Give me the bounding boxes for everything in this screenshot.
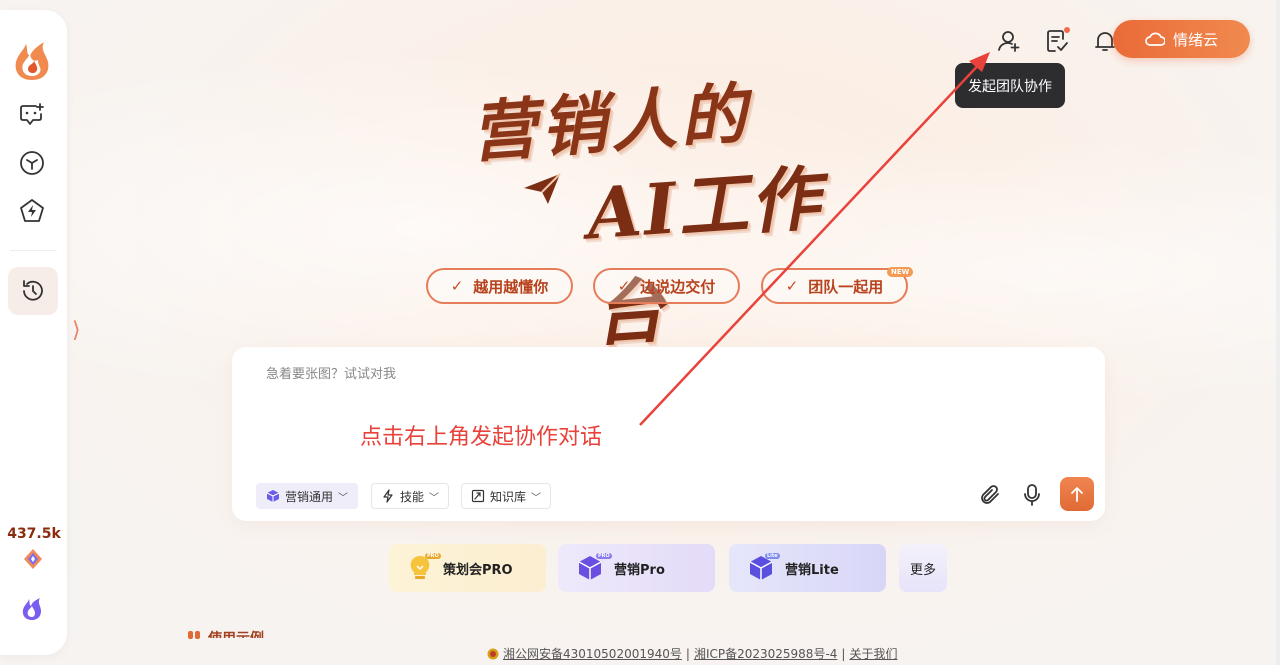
team-collab-button[interactable] — [994, 26, 1024, 56]
cube-icon — [20, 151, 44, 175]
lightning-pentagon-icon — [20, 199, 44, 222]
check-icon: ✓ — [450, 277, 464, 295]
icp-record-link[interactable]: 湘ICP备2023025988号-4 — [694, 645, 837, 662]
pro-badge: PRO — [425, 553, 441, 559]
chat-add-icon — [20, 103, 44, 125]
history-button[interactable] — [8, 267, 58, 315]
more-agents-button[interactable]: 更多 — [899, 544, 947, 592]
police-record-link[interactable]: 湘公网安备43010502001940号 — [503, 645, 682, 662]
cloud-button-label: 情绪云 — [1172, 30, 1218, 49]
agent-card-planning-pro[interactable]: PRO 策划会PRO — [389, 544, 546, 592]
lite-badge: Lite — [765, 553, 780, 559]
microphone-icon — [1024, 484, 1040, 506]
user-add-icon — [998, 31, 1020, 52]
page-scrollbar[interactable] — [1276, 0, 1280, 665]
tag-deliver-while-talking: ✓ 边说边交付 — [593, 268, 740, 304]
chip-label: 营销通用 — [285, 489, 334, 504]
history-icon — [23, 280, 43, 301]
section-icon — [188, 631, 200, 639]
chevron-down-icon: ﹀ — [338, 492, 349, 504]
paper-plane-icon — [524, 173, 561, 204]
sidebar-divider — [10, 250, 57, 251]
voice-button[interactable] — [1015, 478, 1049, 512]
section-title: 使用示例 — [208, 628, 264, 638]
purple-flame-icon[interactable] — [20, 597, 44, 625]
tag-label: 团队一起用 — [808, 277, 884, 296]
points-count: 437.5k — [7, 526, 61, 542]
sidebar: 437.5k — [0, 10, 67, 655]
agent-label: 营销Pro — [614, 562, 665, 578]
tag-learns-you: ✓ 越用越懂你 — [426, 268, 573, 304]
check-icon: ✓ — [785, 277, 799, 295]
agent-card-marketing-lite[interactable]: Lite 营销Lite — [729, 544, 886, 592]
flame-logo-icon[interactable] — [12, 40, 52, 82]
tag-label: 边说边交付 — [640, 277, 716, 296]
footer-separator: | — [685, 646, 690, 661]
new-chat-button[interactable] — [14, 97, 50, 133]
skills-nav-button[interactable] — [14, 193, 50, 229]
chevron-down-icon: ﹀ — [531, 492, 542, 504]
book-icon — [471, 489, 485, 503]
new-badge: NEW — [887, 267, 914, 277]
gem-icon[interactable] — [22, 548, 44, 574]
agents-nav-button[interactable] — [14, 145, 50, 181]
pro-badge: PRO — [596, 553, 612, 559]
send-button[interactable] — [1060, 477, 1094, 511]
notification-dot — [1064, 27, 1070, 33]
footer: 湘公网安备43010502001940号 | 湘ICP备2023025988号-… — [487, 645, 897, 662]
about-us-link[interactable]: 关于我们 — [849, 645, 897, 662]
model-select-chip[interactable]: 营销通用 ﹀ — [256, 483, 359, 509]
tag-team-use: ✓ 团队一起用 — [761, 268, 908, 304]
arrow-up-icon — [1071, 487, 1083, 502]
agent-label: 营销Lite — [785, 562, 839, 578]
tag-label: 越用越懂你 — [473, 277, 549, 296]
chip-label: 技能 — [400, 489, 425, 504]
chat-input-card: 急着要张图？试试对我 点击右上角发起协作对话 营销通用 ﹀ 技能 ﹀ 知识库 ﹀ — [232, 347, 1105, 521]
skills-select-chip[interactable]: 技能 ﹀ — [371, 483, 450, 509]
cube-purple-icon — [266, 490, 280, 502]
cloud-icon — [1145, 32, 1165, 46]
emotion-cloud-button[interactable]: 情绪云 — [1113, 20, 1250, 58]
expand-sidebar-chevron-icon[interactable]: ⟩ — [72, 318, 81, 343]
chevron-down-icon: ﹀ — [429, 492, 440, 504]
team-collab-tooltip: 发起团队协作 — [955, 63, 1065, 108]
agent-label: 策划会PRO — [443, 562, 513, 578]
police-badge-icon — [487, 648, 499, 659]
knowledge-select-chip[interactable]: 知识库 ﹀ — [461, 483, 552, 509]
hero-line-2: AI工作台 — [584, 156, 825, 357]
hero-title: 营销人的 AI工作台 — [460, 60, 890, 356]
annotation-text: 点击右上角发起协作对话 — [360, 425, 603, 450]
lightning-icon — [383, 489, 393, 503]
check-icon: ✓ — [617, 277, 631, 295]
footer-separator: | — [841, 646, 846, 661]
paperclip-icon — [981, 485, 999, 504]
chat-input[interactable]: 急着要张图？试试对我 — [266, 363, 396, 382]
agent-card-marketing-pro[interactable]: PRO 营销Pro — [558, 544, 715, 592]
chip-label: 知识库 — [490, 489, 527, 504]
attach-button[interactable] — [973, 478, 1007, 512]
